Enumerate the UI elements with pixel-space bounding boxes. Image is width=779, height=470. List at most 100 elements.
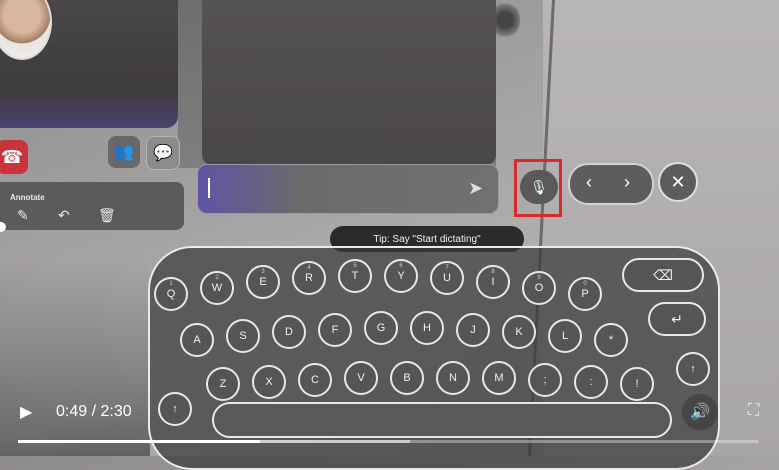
key-f[interactable]: F <box>318 313 352 347</box>
backspace-key[interactable]: ⌫ <box>622 258 704 292</box>
key-label: R <box>305 272 313 284</box>
key-label: H <box>423 322 431 334</box>
color-dot-icon[interactable] <box>0 222 6 232</box>
key-label: W <box>211 282 223 294</box>
key-label: : <box>589 376 593 388</box>
hangup-button[interactable]: ☎ <box>0 140 28 174</box>
backspace-icon: ⌫ <box>653 266 673 283</box>
key-label: J <box>470 324 476 336</box>
chat-button[interactable]: 💬 <box>146 136 180 170</box>
key-:[interactable]: : <box>574 365 608 399</box>
key-number-hint: 3 <box>261 269 265 275</box>
key-label: * <box>608 334 614 346</box>
pen-icon[interactable]: ✎ <box>17 207 29 224</box>
key-g[interactable]: G <box>364 311 398 345</box>
key-label: K <box>515 326 523 338</box>
enter-key[interactable]: ↵ <box>648 302 706 336</box>
key-o[interactable]: 9O <box>522 271 556 305</box>
key-h[interactable]: H <box>410 311 444 345</box>
key-label: E <box>259 276 267 288</box>
key-number-hint: 7 <box>445 265 449 271</box>
key-k[interactable]: K <box>502 315 536 349</box>
key-label: B <box>403 372 411 384</box>
key-l[interactable]: L <box>548 319 582 353</box>
key-label: ! <box>635 378 639 390</box>
play-icon[interactable]: ▶ <box>20 402 32 422</box>
close-button[interactable]: ✕ <box>658 162 698 202</box>
fullscreen-icon[interactable]: ⛶ <box>748 402 759 420</box>
key-m[interactable]: M <box>482 361 516 395</box>
trash-icon[interactable]: 🗑 <box>98 207 116 224</box>
key-label: T <box>351 270 359 282</box>
key-![interactable]: ! <box>620 367 654 401</box>
key-p[interactable]: 0P <box>568 277 602 311</box>
people-icon: 👥 <box>114 144 134 161</box>
key-number-hint: 2 <box>215 275 219 281</box>
key-n[interactable]: N <box>436 361 470 395</box>
next-button[interactable]: › <box>624 172 630 193</box>
key-label: L <box>561 330 569 342</box>
key-label: S <box>239 330 247 342</box>
key-u[interactable]: 7U <box>430 261 464 295</box>
key-*[interactable]: * <box>594 323 628 357</box>
video-time: 0:49 / 2:30 <box>56 403 132 420</box>
key-a[interactable]: A <box>180 323 214 357</box>
key-w[interactable]: 2W <box>200 271 234 305</box>
key-y[interactable]: 6Y <box>384 259 418 293</box>
key-label: G <box>376 322 386 334</box>
shared-content-panel <box>202 0 496 165</box>
volume-button[interactable]: 🔊 <box>682 394 718 430</box>
key-r[interactable]: 4R <box>292 261 326 295</box>
annotate-label: Annotate <box>10 193 45 202</box>
key-label: V <box>357 372 365 384</box>
key-label: F <box>331 324 339 336</box>
volume-icon: 🔊 <box>690 404 710 421</box>
key-q[interactable]: 1Q <box>154 277 188 311</box>
send-icon[interactable]: ➤ <box>468 178 483 199</box>
key-number-hint: 9 <box>537 275 541 281</box>
key-label: Y <box>397 270 405 282</box>
key-s[interactable]: S <box>226 319 260 353</box>
key-label: Z <box>219 378 227 390</box>
key-number-hint: 4 <box>307 265 311 271</box>
key-label: N <box>449 372 457 384</box>
background-shadow <box>0 260 150 456</box>
key-e[interactable]: 3E <box>246 265 280 299</box>
phone-icon: ☎ <box>0 146 24 167</box>
key-c[interactable]: C <box>298 363 332 397</box>
key-label: U <box>443 272 451 284</box>
key-number-hint: 0 <box>583 281 587 287</box>
navigation-pill <box>568 163 654 205</box>
shift-icon: ↑ <box>690 363 696 375</box>
key-t[interactable]: 5T <box>338 259 372 293</box>
shift-key-right[interactable]: ↑ <box>676 352 710 386</box>
key-v[interactable]: V <box>344 361 378 395</box>
key-;[interactable]: ; <box>528 363 562 397</box>
enter-icon: ↵ <box>671 310 683 327</box>
key-label: ; <box>543 374 547 386</box>
key-x[interactable]: X <box>252 365 286 399</box>
key-label: O <box>534 282 544 294</box>
previous-button[interactable]: ‹ <box>586 172 592 193</box>
space-key[interactable] <box>212 402 672 438</box>
key-number-hint: 8 <box>491 269 495 275</box>
key-number-hint: 5 <box>353 263 357 269</box>
key-number-hint: 6 <box>399 263 403 269</box>
shift-key-left[interactable]: ↑ <box>158 392 192 426</box>
message-input[interactable] <box>197 164 499 214</box>
key-z[interactable]: Z <box>206 367 240 401</box>
key-label: C <box>311 374 319 386</box>
undo-icon[interactable]: ↶ <box>58 207 70 224</box>
chat-icon: 💬 <box>153 145 173 162</box>
key-b[interactable]: B <box>390 361 424 395</box>
close-icon: ✕ <box>670 171 686 192</box>
key-label: I <box>491 276 495 288</box>
key-i[interactable]: 8I <box>476 265 510 299</box>
shift-icon: ↑ <box>172 403 178 415</box>
key-label: X <box>265 376 273 388</box>
key-d[interactable]: D <box>272 315 306 349</box>
progress-fill <box>18 440 260 443</box>
key-j[interactable]: J <box>456 313 490 347</box>
participants-button[interactable]: 👥 <box>108 136 140 168</box>
key-label: M <box>494 372 504 384</box>
